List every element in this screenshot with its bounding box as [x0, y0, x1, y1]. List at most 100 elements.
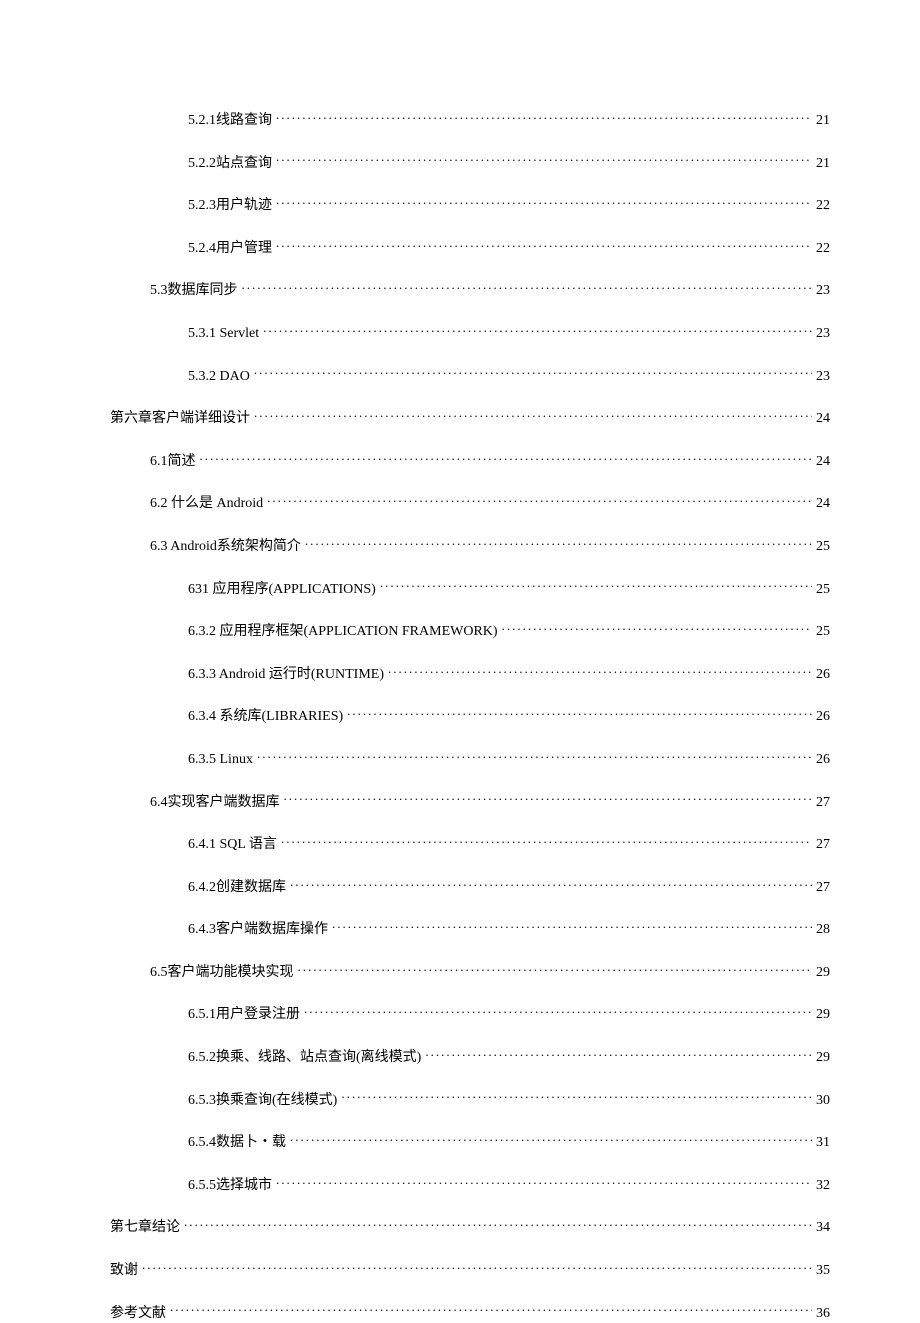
toc-leader-dots: [425, 1047, 812, 1061]
toc-entry: 6.4实现客户端数据库 27: [150, 792, 830, 813]
toc-label: 6.3.5 Linux: [188, 750, 253, 770]
toc-entry: 5.3数据库同步 23: [150, 280, 830, 301]
toc-page-number: 24: [816, 494, 830, 514]
toc-entry: 6.3.5 Linux 26: [188, 749, 830, 770]
toc-page-number: 21: [816, 154, 830, 174]
toc-entry: 参考文献36: [110, 1303, 830, 1323]
toc-entry: 6.3.3 Android 运行时(RUNTIME) 26: [188, 664, 830, 685]
toc-label: 5.2.4用户管理: [188, 239, 272, 259]
toc-page-number: 25: [816, 622, 830, 642]
toc-leader-dots: [276, 195, 812, 209]
toc-page-number: 26: [816, 750, 830, 770]
toc-page-number: 23: [816, 281, 830, 301]
toc-entry: 第七章结论34: [110, 1217, 830, 1238]
toc-leader-dots: [267, 493, 812, 507]
toc-page-number: 26: [816, 707, 830, 727]
toc-leader-dots: [281, 834, 812, 848]
toc-entry: 6.5.3换乘查询(在线模式) 30: [188, 1090, 830, 1111]
toc-entry: 631 应用程序(APPLICATIONS) 25: [188, 579, 830, 600]
toc-entry: 5.3.2 DAO23: [188, 366, 830, 387]
toc-page-number: 24: [816, 452, 830, 472]
toc-label: 5.3数据库同步: [150, 281, 238, 301]
toc-page-number: 27: [816, 835, 830, 855]
toc-page-number: 35: [816, 1261, 830, 1281]
toc-page-number: 21: [816, 111, 830, 131]
toc-page-number: 34: [816, 1218, 830, 1238]
toc-entry: 6.3 Android系统架构简介 25: [150, 536, 830, 557]
toc-page-number: 23: [816, 367, 830, 387]
toc-leader-dots: [276, 1175, 812, 1189]
toc-leader-dots: [290, 877, 812, 891]
toc-label: 6.4实现客户端数据库: [150, 793, 280, 813]
toc-leader-dots: [284, 792, 813, 806]
toc-leader-dots: [380, 579, 812, 593]
toc-entry: 5.2.4用户管理 22: [188, 238, 830, 259]
toc-entry: 6.3.2 应用程序框架(APPLICATION FRAMEWORK) 25: [188, 621, 830, 642]
toc-page-number: 22: [816, 196, 830, 216]
toc-leader-dots: [332, 919, 812, 933]
toc-entry: 5.2.1线路查询 21: [188, 110, 830, 131]
toc-page-number: 31: [816, 1133, 830, 1153]
toc-label: 631 应用程序(APPLICATIONS): [188, 580, 376, 600]
toc-label: 5.2.1线路查询: [188, 111, 272, 131]
toc-entry: 6.5客户端功能模块实现29: [150, 962, 830, 983]
toc-label: 5.2.3用户轨迹: [188, 196, 272, 216]
toc-entry: 第六章客户端详细设计 24: [110, 408, 830, 429]
toc-label: 6.5.4数据卜・载: [188, 1133, 286, 1153]
toc-leader-dots: [502, 621, 812, 635]
toc-page-number: 27: [816, 793, 830, 813]
toc-leader-dots: [276, 238, 812, 252]
toc-label: 6.4.2创建数据库: [188, 878, 286, 898]
toc-leader-dots: [290, 1132, 812, 1146]
toc-page-number: 26: [816, 665, 830, 685]
toc-label: 第六章客户端详细设计: [110, 409, 250, 429]
toc-entry: 6.1简述 24: [150, 451, 830, 472]
toc-label: 致谢: [110, 1261, 138, 1281]
toc-page-number: 28: [816, 920, 830, 940]
toc-leader-dots: [276, 110, 812, 124]
toc-leader-dots: [298, 962, 813, 976]
toc-leader-dots: [170, 1303, 812, 1317]
toc-entry: 6.5.1用户登录注册29: [188, 1004, 830, 1025]
toc-page-number: 27: [816, 878, 830, 898]
toc-label: 6.3.3 Android 运行时(RUNTIME): [188, 665, 384, 685]
toc-entry: 6.5.4数据卜・载 31: [188, 1132, 830, 1153]
toc-leader-dots: [347, 706, 812, 720]
toc-page-number: 29: [816, 1048, 830, 1068]
toc-leader-dots: [254, 408, 812, 422]
toc-label: 6.3.4 系统库(LIBRARIES): [188, 707, 343, 727]
toc-leader-dots: [388, 664, 812, 678]
toc-entry: 6.2 什么是 Android 24: [150, 493, 830, 514]
toc-page-number: 25: [816, 580, 830, 600]
toc-leader-dots: [257, 749, 812, 763]
toc-page-number: 29: [816, 963, 830, 983]
toc-page-number: 23: [816, 324, 830, 344]
toc-entry: 6.4.2创建数据库 27: [188, 877, 830, 898]
toc-entry: 6.5.5选择城市32: [188, 1175, 830, 1196]
toc-entry: 6.4.3客户端数据库操作28: [188, 919, 830, 940]
toc-label: 参考文献: [110, 1304, 166, 1323]
toc-entry: 5.3.1 Servlet 23: [188, 323, 830, 344]
toc-leader-dots: [254, 366, 812, 380]
toc-label: 6.1简述: [150, 452, 196, 472]
toc-label: 6.5.3换乘查询(在线模式): [188, 1091, 337, 1111]
toc-label: 6.5.5选择城市: [188, 1176, 272, 1196]
toc-label: 5.3.1 Servlet: [188, 324, 259, 344]
toc-entry: 6.3.4 系统库(LIBRARIES) 26: [188, 706, 830, 727]
toc-label: 6.3.2 应用程序框架(APPLICATION FRAMEWORK): [188, 622, 498, 642]
toc-page-number: 30: [816, 1091, 830, 1111]
toc-page-number: 24: [816, 409, 830, 429]
toc-entry: 5.2.3用户轨迹 22: [188, 195, 830, 216]
toc-label: 6.4.1 SQL 语言: [188, 835, 277, 855]
toc-page-number: 25: [816, 537, 830, 557]
toc-leader-dots: [305, 536, 812, 550]
toc-entry: 5.2.2站点查询21: [188, 153, 830, 174]
toc-label: 6.3 Android系统架构简介: [150, 537, 301, 557]
toc-entry: 致谢 35: [110, 1260, 830, 1281]
toc-label: 6.5.1用户登录注册: [188, 1005, 300, 1025]
toc-leader-dots: [200, 451, 813, 465]
toc-page-number: 22: [816, 239, 830, 259]
toc-entry: 6.5.2换乘、线路、站点查询(离线模式)29: [188, 1047, 830, 1068]
toc-label: 6.2 什么是 Android: [150, 494, 263, 514]
toc-leader-dots: [263, 323, 812, 337]
